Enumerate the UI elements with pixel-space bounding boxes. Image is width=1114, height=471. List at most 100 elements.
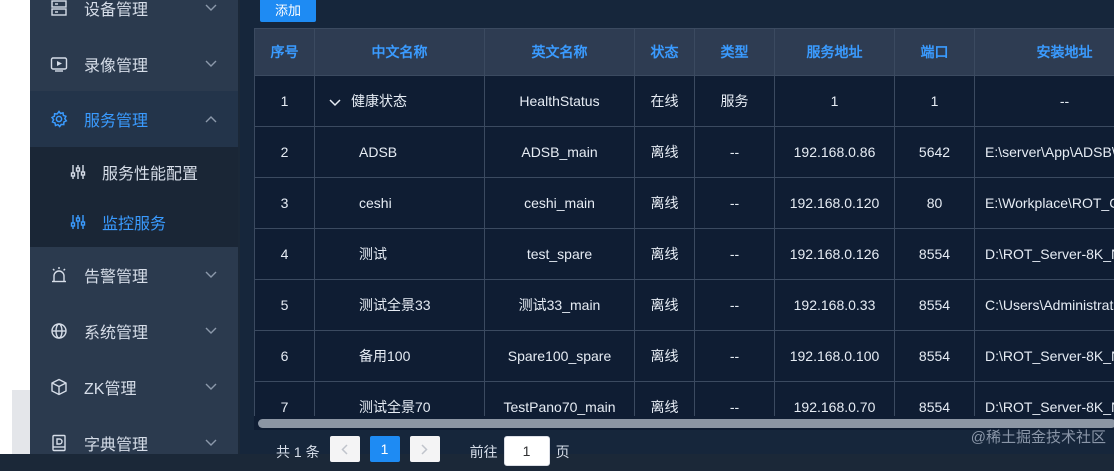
submenu-item-service-performance-config[interactable]: 服务性能配置: [30, 147, 238, 197]
cell-index: 5: [255, 280, 315, 331]
cell-chinese-name: 备用100: [315, 331, 485, 382]
sidebar-item-label: 告警管理: [84, 263, 204, 287]
gear-icon: [48, 108, 70, 130]
cell-chinese-name: ceshi: [315, 178, 485, 229]
alarm-icon: [48, 264, 70, 286]
column-header-type[interactable]: 类型: [695, 29, 775, 76]
cell-english-name: ceshi_main: [485, 178, 635, 229]
cell-service-address: 192.168.0.86: [775, 127, 895, 178]
cell-index: 7: [255, 382, 315, 417]
table-row[interactable]: 1 健康状态 HealthStatus 在线 服务 1 1 --: [255, 76, 1114, 127]
service-submenu: 服务性能配置 监控服务: [30, 147, 238, 247]
chevron-down-icon: [204, 268, 218, 282]
table-row[interactable]: 4 测试 test_spare 离线 -- 192.168.0.126 8554…: [255, 229, 1114, 280]
table-row[interactable]: 3 ceshi ceshi_main 离线 -- 192.168.0.120 8…: [255, 178, 1114, 229]
column-header-service-address[interactable]: 服务地址: [775, 29, 895, 76]
column-header-chinese-name[interactable]: 中文名称: [315, 29, 485, 76]
cell-status: 离线: [635, 280, 695, 331]
add-button[interactable]: 添加: [260, 0, 316, 22]
cell-status: 离线: [635, 382, 695, 417]
cell-index: 6: [255, 331, 315, 382]
cell-service-address: 192.168.0.126: [775, 229, 895, 280]
cell-service-address: 192.168.0.70: [775, 382, 895, 417]
toolbar: 添加: [240, 0, 1114, 28]
next-page-button[interactable]: [410, 436, 440, 462]
sidebar-item-system-management[interactable]: 系统管理: [30, 303, 238, 359]
cell-status: 在线: [635, 76, 695, 127]
sidebar-item-label: ZK管理: [84, 375, 204, 399]
cell-type: --: [695, 382, 775, 417]
sliders-icon: [68, 212, 88, 232]
cell-install-path: E:\server\App\ADSB\: [975, 127, 1114, 178]
prev-page-button[interactable]: [330, 436, 360, 462]
column-header-status[interactable]: 状态: [635, 29, 695, 76]
table-row[interactable]: 5 测试全景33 测试33_main 离线 -- 192.168.0.33 85…: [255, 280, 1114, 331]
column-header-port[interactable]: 端口: [895, 29, 975, 76]
cell-install-path: D:\ROT_Server-8K_N: [975, 382, 1114, 417]
table-row[interactable]: 6 备用100 Spare100_spare 离线 -- 192.168.0.1…: [255, 331, 1114, 382]
chevron-right-icon: [421, 444, 428, 455]
sidebar-item-zk-management[interactable]: ZK管理: [30, 359, 238, 415]
cell-type: 服务: [695, 76, 775, 127]
table-header-row: 序号 中文名称 英文名称 状态 类型 服务地址 端口 安装地址: [255, 29, 1114, 76]
submenu-item-label: 监控服务: [102, 210, 166, 234]
table-row[interactable]: 7 测试全景70 TestPano70_main 离线 -- 192.168.0…: [255, 382, 1114, 417]
chevron-left-icon: [341, 444, 348, 455]
page-number-button[interactable]: 1: [370, 436, 400, 462]
cell-port: 80: [895, 178, 975, 229]
cell-index: 4: [255, 229, 315, 280]
cell-english-name: HealthStatus: [485, 76, 635, 127]
cell-install-path: E:\Workplace\ROT_C: [975, 178, 1114, 229]
sidebar-item-service-management[interactable]: 服务管理: [30, 91, 238, 147]
chevron-down-icon: [204, 57, 218, 71]
sidebar: 设备管理 录像管理 服务管理 服务性能配置: [30, 0, 238, 454]
cell-service-address: 192.168.0.33: [775, 280, 895, 331]
sidebar-item-device-management[interactable]: 设备管理: [30, 0, 238, 36]
watermark: @稀土掘金技术社区: [971, 426, 1106, 447]
cell-install-path: --: [975, 76, 1114, 127]
cell-english-name: ADSB_main: [485, 127, 635, 178]
service-table: 序号 中文名称 英文名称 状态 类型 服务地址 端口 安装地址 1 健康状态 H…: [254, 28, 1114, 416]
sidebar-item-label: 录像管理: [84, 52, 204, 76]
column-header-install-path[interactable]: 安装地址: [975, 29, 1114, 76]
cell-status: 离线: [635, 229, 695, 280]
sidebar-item-dictionary-management[interactable]: 字典管理: [30, 415, 238, 471]
column-header-english-name[interactable]: 英文名称: [485, 29, 635, 76]
dictionary-icon: [48, 432, 70, 454]
sliders-icon: [68, 162, 88, 182]
cell-service-address: 192.168.0.120: [775, 178, 895, 229]
cell-type: --: [695, 331, 775, 382]
device-icon: [48, 0, 70, 19]
sidebar-item-label: 服务管理: [84, 107, 204, 131]
table-row[interactable]: 2 ADSB ADSB_main 离线 -- 192.168.0.86 5642…: [255, 127, 1114, 178]
left-gutter: [0, 0, 30, 454]
cell-english-name: 测试33_main: [485, 280, 635, 331]
main-content: 添加 序号 中文名称 英文名称 状态 类型 服务地址 端口 安装地址: [240, 0, 1114, 454]
sidebar-item-alarm-management[interactable]: 告警管理: [30, 247, 238, 303]
chevron-down-icon: [204, 1, 218, 15]
sidebar-item-video-management[interactable]: 录像管理: [30, 36, 238, 92]
chevron-down-icon: [204, 380, 218, 394]
cell-english-name: TestPano70_main: [485, 382, 635, 417]
cell-type: --: [695, 280, 775, 331]
cube-icon: [48, 376, 70, 398]
cell-index: 2: [255, 127, 315, 178]
column-header-index[interactable]: 序号: [255, 29, 315, 76]
cell-port: 8554: [895, 331, 975, 382]
cell-index: 3: [255, 178, 315, 229]
cell-index: 1: [255, 76, 315, 127]
goto-page-input[interactable]: [504, 436, 550, 466]
cell-status: 离线: [635, 331, 695, 382]
submenu-item-monitor-service[interactable]: 监控服务: [30, 197, 238, 247]
cell-port: 8554: [895, 229, 975, 280]
cell-chinese-name: ADSB: [315, 127, 485, 178]
chevron-up-icon: [204, 112, 218, 126]
chevron-down-icon[interactable]: [329, 94, 343, 110]
cell-port: 1: [895, 76, 975, 127]
cell-service-address: 1: [775, 76, 895, 127]
gutter-strip: [12, 390, 30, 454]
cell-port: 8554: [895, 382, 975, 417]
globe-icon: [48, 320, 70, 342]
cell-type: --: [695, 127, 775, 178]
video-icon: [48, 53, 70, 75]
